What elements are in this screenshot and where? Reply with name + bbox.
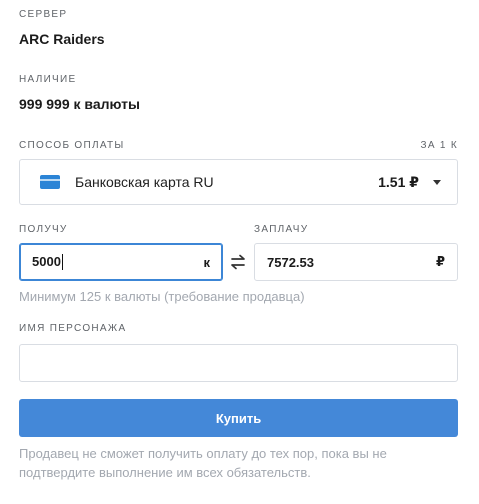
- pay-amount-value: 7572.53: [267, 254, 314, 270]
- receive-amount-input[interactable]: 5000 к: [19, 243, 223, 281]
- minimum-hint: Минимум 125 к валюты (требование продавц…: [19, 289, 305, 304]
- receive-label: ПОЛУЧУ: [19, 224, 68, 235]
- pay-amount-input[interactable]: 7572.53 ₽: [254, 243, 458, 281]
- text-caret: [61, 254, 63, 271]
- chevron-down-icon[interactable]: [433, 179, 441, 185]
- stock-label: НАЛИЧИЕ: [19, 74, 77, 85]
- stock-value: 999 999 к валюты: [19, 96, 140, 112]
- per-unit-label: ЗА 1 К: [420, 140, 458, 151]
- receive-amount-value: 5000: [32, 253, 61, 269]
- credit-card-icon: [40, 175, 60, 189]
- buy-button[interactable]: Купить: [19, 399, 458, 437]
- payment-method-name: Банковская карта RU: [75, 174, 214, 190]
- payment-method-label: СПОСОБ ОПЛАТЫ: [19, 140, 125, 151]
- pay-unit: ₽: [435, 254, 445, 269]
- character-name-label: ИМЯ ПЕРСОНАЖА: [19, 323, 127, 334]
- character-name-input[interactable]: [19, 344, 458, 382]
- price-per-unit: 1.51 ₽: [378, 173, 419, 190]
- disclaimer-line-2: подтвердите выполнение им всех обязатель…: [19, 465, 311, 480]
- server-label: СЕРВЕР: [19, 9, 68, 20]
- swap-arrows-icon[interactable]: [229, 253, 247, 271]
- pay-label: ЗАПЛАЧУ: [254, 224, 309, 235]
- receive-unit: к: [203, 254, 210, 270]
- disclaimer-line-1: Продавец не сможет получить оплату до те…: [19, 446, 387, 461]
- server-value: ARC Raiders: [19, 31, 105, 47]
- payment-method-select[interactable]: Банковская карта RU 1.51 ₽: [19, 159, 458, 205]
